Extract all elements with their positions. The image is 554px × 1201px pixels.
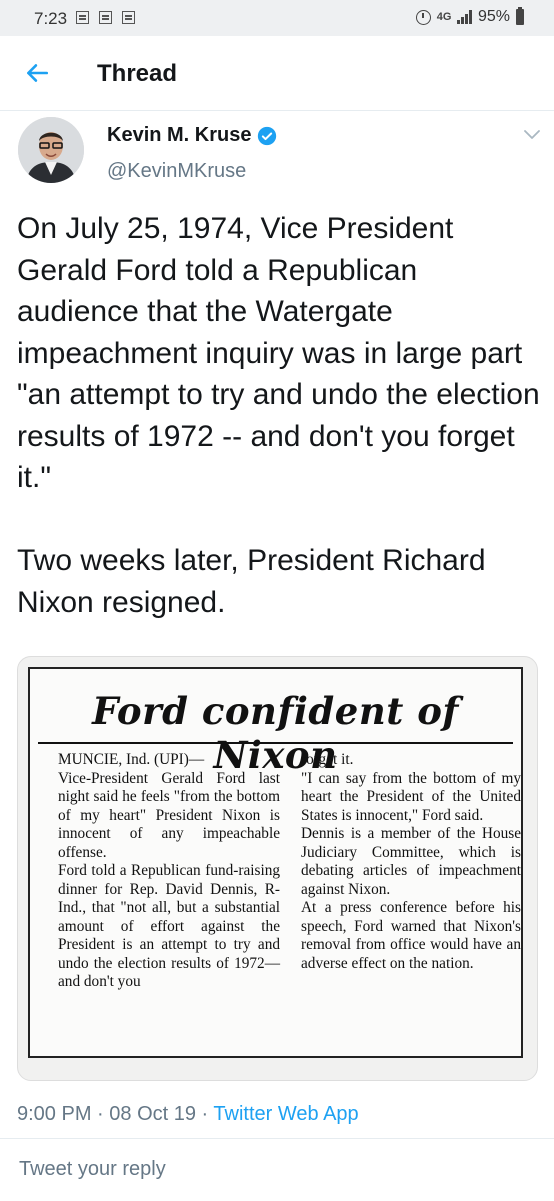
reply-input[interactable] <box>17 1157 521 1182</box>
tweet-time: 9:00 PM <box>17 1103 92 1125</box>
notification-icon <box>122 11 135 24</box>
tweet-meta: 9:00 PM · 08 Oct 19 · Twitter Web App <box>17 1103 359 1126</box>
author-name-text: Kevin M. Kruse <box>107 124 252 146</box>
alarm-icon <box>415 9 431 25</box>
verified-badge-icon <box>258 126 277 145</box>
reply-bar <box>0 1138 554 1201</box>
clipping-rule <box>38 742 513 744</box>
clipping-column-right: forget it. "I can say from the bottom of… <box>301 751 521 972</box>
battery-percent: 95% <box>477 8 510 25</box>
avatar-image <box>18 117 84 183</box>
status-indicators: 4G 95% <box>415 7 524 26</box>
meta-separator: · <box>201 1103 214 1125</box>
signal-icon <box>457 10 472 24</box>
status-time: 7:23 <box>34 9 68 28</box>
battery-icon <box>516 7 524 25</box>
avatar[interactable] <box>18 117 84 183</box>
author-name[interactable]: Kevin M. Kruse <box>107 124 277 147</box>
tweet-image[interactable]: Ford confident of Nixon MUNCIE, Ind. (UP… <box>17 656 538 1081</box>
notification-icon <box>76 11 89 24</box>
arrow-left-icon[interactable] <box>24 60 50 86</box>
status-bar: 7:23 4G 95% <box>0 0 554 36</box>
tweet-source-link[interactable]: Twitter Web App <box>213 1103 358 1125</box>
notification-icon <box>99 11 112 24</box>
network-label: 4G <box>436 11 452 23</box>
author-handle[interactable]: @KevinMKruse <box>107 160 246 183</box>
tweet-text: On July 25, 1974, Vice President Gerald … <box>17 212 540 619</box>
thread-header: Thread <box>0 36 554 111</box>
chevron-down-icon[interactable] <box>524 130 540 140</box>
newspaper-clipping: Ford confident of Nixon MUNCIE, Ind. (UP… <box>28 667 523 1058</box>
tweet-date: 08 Oct 19 <box>109 1103 196 1125</box>
page-title: Thread <box>97 60 178 87</box>
meta-separator: · <box>97 1103 110 1125</box>
clipping-column-left: MUNCIE, Ind. (UPI)— Vice-President Geral… <box>58 751 280 990</box>
